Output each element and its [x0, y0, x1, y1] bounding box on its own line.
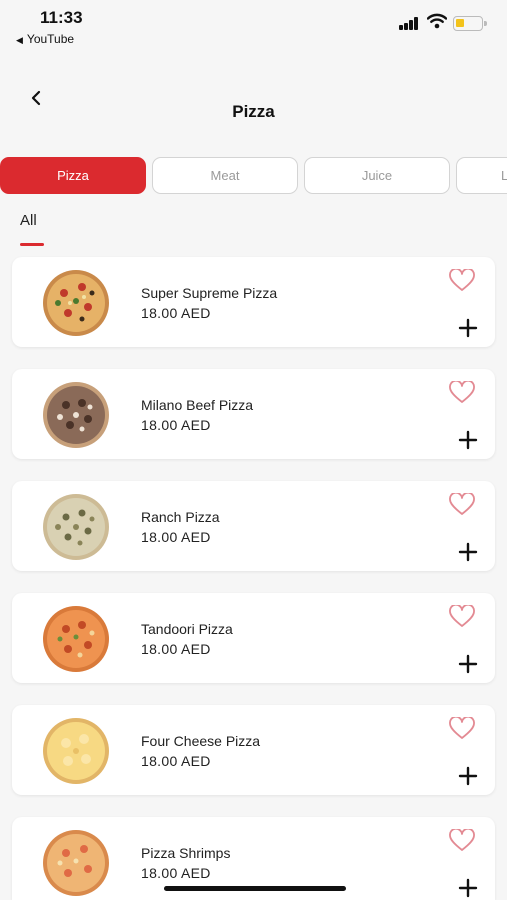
heart-icon[interactable] [449, 269, 475, 293]
product-name: Tandoori Pizza [141, 621, 233, 637]
tandoori-pizza-icon [43, 606, 109, 672]
back-to-app-link[interactable]: ◀ YouTube [16, 32, 74, 46]
wifi-icon [427, 13, 447, 29]
heart-icon[interactable] [449, 605, 475, 629]
heart-icon[interactable] [449, 381, 475, 405]
ranch-pizza-icon [43, 494, 109, 560]
category-tab-more[interactable]: L [456, 157, 507, 194]
category-tabs: Pizza Meat Juice L [0, 157, 507, 195]
add-icon[interactable] [457, 317, 479, 339]
add-icon[interactable] [457, 653, 479, 675]
home-indicator[interactable] [164, 886, 346, 891]
product-card[interactable]: Super Supreme Pizza 18.00 AED [12, 257, 495, 347]
category-tab-pizza[interactable]: Pizza [0, 157, 146, 194]
product-name: Pizza Shrimps [141, 845, 231, 861]
subtab-underline [20, 243, 44, 246]
battery-icon [453, 16, 487, 31]
product-card[interactable]: Tandoori Pizza 18.00 AED [12, 593, 495, 683]
product-card[interactable]: Ranch Pizza 18.00 AED [12, 481, 495, 571]
shrimp-pizza-icon [43, 830, 109, 896]
product-card[interactable]: Four Cheese Pizza 18.00 AED [12, 705, 495, 795]
beef-pizza-icon [43, 382, 109, 448]
product-price: 18.00 AED [141, 529, 211, 545]
product-name: Super Supreme Pizza [141, 285, 278, 301]
product-price: 18.00 AED [141, 641, 211, 657]
status-time: 11:33 [40, 8, 83, 27]
category-tab-meat[interactable]: Meat [152, 157, 298, 194]
product-price: 18.00 AED [141, 865, 211, 881]
product-price: 18.00 AED [141, 417, 211, 433]
back-triangle-icon: ◀ [16, 35, 23, 45]
signal-icon [399, 16, 421, 30]
product-price: 18.00 AED [141, 305, 211, 321]
add-icon[interactable] [457, 765, 479, 787]
product-name: Four Cheese Pizza [141, 733, 261, 749]
product-name: Milano Beef Pizza [141, 397, 254, 413]
add-icon[interactable] [457, 429, 479, 451]
add-icon[interactable] [457, 877, 479, 899]
heart-icon[interactable] [449, 493, 475, 517]
heart-icon[interactable] [449, 829, 475, 853]
subtab-all[interactable]: All [20, 212, 37, 229]
cheese-pizza-icon [43, 718, 109, 784]
category-tab-juice[interactable]: Juice [304, 157, 450, 194]
product-name: Ranch Pizza [141, 509, 220, 525]
back-app-label: YouTube [26, 32, 75, 46]
product-card[interactable]: Milano Beef Pizza 18.00 AED [12, 369, 495, 459]
status-bar: 11:33 ◀ YouTube [0, 0, 507, 52]
page-title: Pizza [232, 102, 275, 121]
heart-icon[interactable] [449, 717, 475, 741]
supreme-pizza-icon [43, 270, 109, 336]
product-price: 18.00 AED [141, 753, 211, 769]
add-icon[interactable] [457, 541, 479, 563]
